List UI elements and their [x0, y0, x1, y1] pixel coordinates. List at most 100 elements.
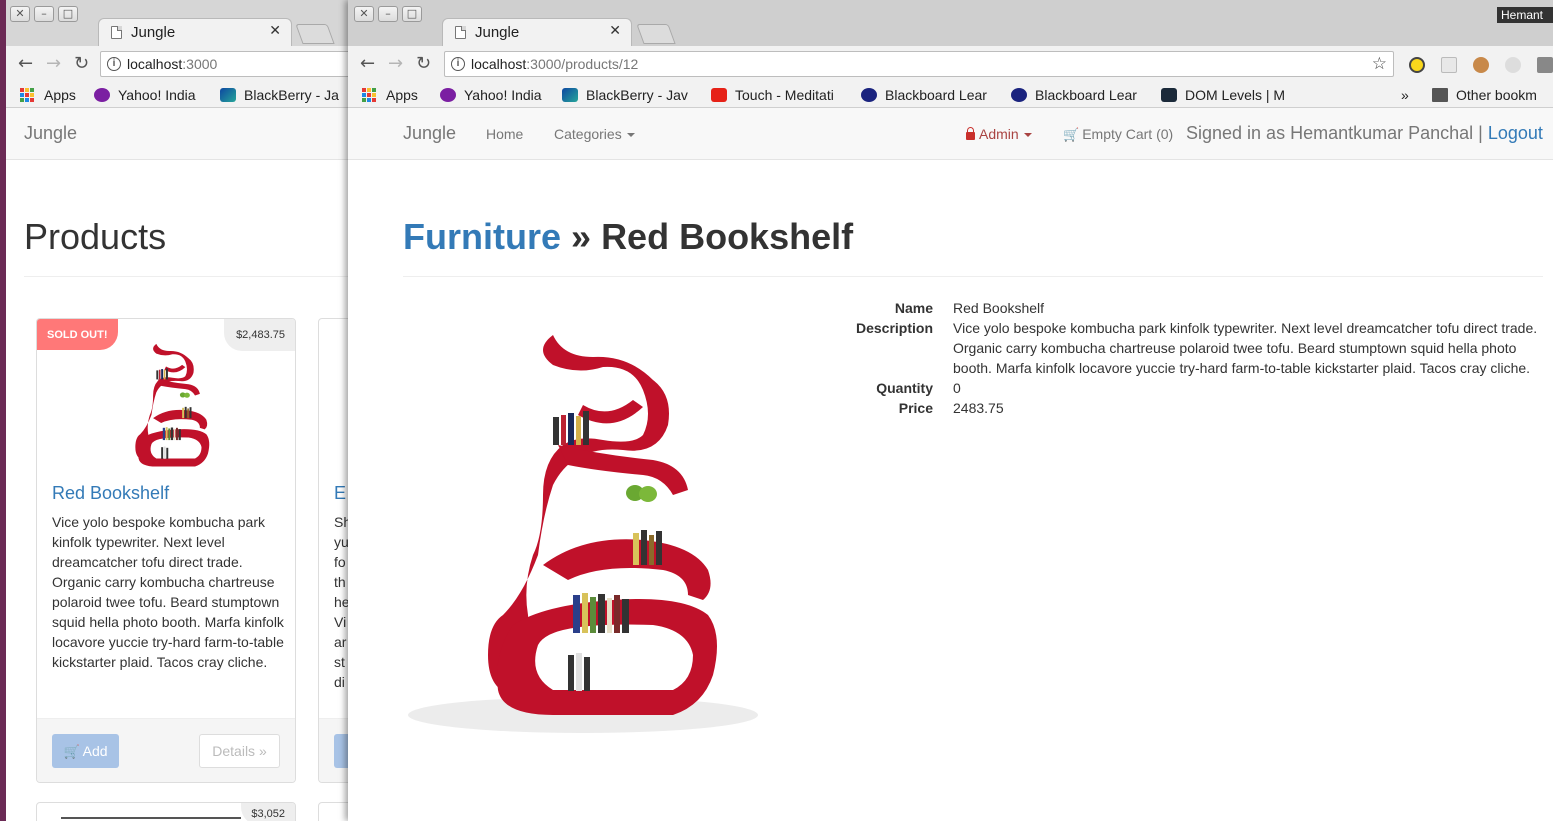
extension-window-icon[interactable]: [1441, 57, 1457, 73]
yahoo-icon: [94, 88, 110, 102]
tab-title: Jungle: [475, 24, 520, 41]
back-arrow-icon[interactable]: ←: [360, 53, 375, 74]
tab-close-icon[interactable]: ✕: [609, 23, 621, 39]
nav-categories-dropdown[interactable]: Categories: [554, 126, 635, 142]
forward-arrow-icon[interactable]: →: [46, 53, 61, 74]
category-link[interactable]: Furniture: [403, 216, 561, 257]
page-title: Products: [24, 216, 167, 257]
add-to-cart-button[interactable]: 🛒 Add: [52, 734, 119, 768]
page-icon: [111, 26, 122, 39]
bookmark-blackberry[interactable]: BlackBerry - Jav: [562, 85, 688, 105]
info-icon[interactable]: i: [107, 57, 121, 71]
bookmark-blackboard-1[interactable]: Blackboard Lear: [861, 85, 987, 105]
apps-grid-icon: [362, 88, 376, 102]
logout-link[interactable]: Logout: [1488, 123, 1543, 143]
blackboard-icon: [1011, 88, 1027, 102]
back-titlebar: ✕ – □ Jungle ✕: [6, 0, 358, 46]
back-navbar: Jungle: [6, 108, 358, 160]
nav-home-link[interactable]: Home: [486, 126, 523, 142]
page-title: Furniture » Red Bookshelf: [403, 216, 854, 257]
divider: [24, 276, 358, 277]
product-thumbnail: [135, 343, 210, 467]
reload-icon[interactable]: ↻: [416, 53, 431, 74]
yahoo-icon: [440, 88, 456, 102]
nav-admin-dropdown[interactable]: Admin: [966, 126, 1032, 142]
site-navbar: Jungle Home Categories Admin 🛒 Empty Cart…: [348, 108, 1553, 160]
tab-close-icon[interactable]: ✕: [269, 23, 281, 39]
lock-icon: [966, 127, 975, 140]
url-path: :3000/products/12: [526, 56, 639, 72]
minimize-window-icon[interactable]: –: [378, 6, 398, 22]
back-tab[interactable]: Jungle ✕: [98, 18, 292, 46]
blackberry-icon: [562, 88, 578, 102]
nav-cart-link[interactable]: 🛒 Empty Cart (0): [1063, 126, 1173, 143]
front-browser-window[interactable]: ✕ – □ Jungle ✕ Hemant ← → ↻ i localhost:…: [348, 0, 1553, 821]
bookmark-blackberry[interactable]: BlackBerry - Ja: [220, 85, 339, 105]
minimize-window-icon[interactable]: –: [34, 6, 54, 22]
product-page: Jungle Home Categories Admin 🛒 Empty Cart…: [348, 108, 1553, 821]
address-bar[interactable]: i localhost:3000: [100, 51, 358, 77]
close-window-icon[interactable]: ✕: [354, 6, 374, 22]
back-browser-window[interactable]: ✕ – □ Jungle ✕ ← → ↻ i localhost:3000 Ap…: [6, 0, 358, 821]
cart-icon: 🛒: [1063, 127, 1080, 142]
bookmark-youtube[interactable]: Touch - Meditati: [711, 85, 834, 105]
price-tag: $2,483.75: [224, 319, 295, 351]
info-icon[interactable]: i: [451, 57, 465, 71]
new-tab-button[interactable]: [295, 24, 335, 44]
active-tab[interactable]: Jungle ✕: [442, 18, 632, 46]
brand-link[interactable]: Jungle: [24, 123, 77, 144]
detail-row-quantity: Quantity 0: [876, 380, 961, 396]
bookmark-dom-levels[interactable]: DOM Levels | M: [1161, 85, 1285, 105]
extension-cookie-icon[interactable]: [1473, 57, 1489, 73]
url-host: localhost: [127, 56, 183, 72]
extension-search-icon[interactable]: [1409, 57, 1425, 73]
blackberry-icon: [220, 88, 236, 102]
brand-link[interactable]: Jungle: [403, 123, 456, 144]
product-details: Name Red Bookshelf Description Vice yolo b…: [818, 298, 1548, 418]
bookmark-blackboard-2[interactable]: Blackboard Lear: [1011, 85, 1137, 105]
back-bookmarks-bar: Apps Yahoo! India BlackBerry - Ja: [6, 82, 358, 108]
product-description: Vice yolo bespoke kombucha park kinfolk …: [52, 514, 284, 670]
caret-down-icon: [1023, 133, 1032, 138]
close-window-icon[interactable]: ✕: [10, 6, 30, 22]
back-toolbar: ← → ↻ i localhost:3000: [6, 46, 358, 82]
product-image: [403, 295, 763, 735]
youtube-icon: [711, 88, 727, 102]
details-button[interactable]: Details »: [199, 734, 280, 768]
maximize-window-icon[interactable]: □: [58, 6, 78, 22]
bookmark-yahoo[interactable]: Yahoo! India: [440, 85, 542, 105]
extension-icon[interactable]: [1537, 57, 1553, 73]
detail-row-price: Price 2483.75: [898, 400, 1004, 416]
mdn-icon: [1161, 88, 1177, 102]
back-arrow-icon[interactable]: ←: [18, 53, 33, 74]
extension-react-icon[interactable]: [1505, 57, 1521, 73]
product-title-link[interactable]: E: [334, 483, 346, 504]
forward-arrow-icon[interactable]: →: [388, 53, 403, 74]
bookmark-star-icon[interactable]: ☆: [1372, 54, 1387, 74]
tab-title: Jungle: [131, 24, 176, 41]
price-tag: $3,052: [241, 803, 295, 821]
bookmark-other-bookmarks[interactable]: Other bookm: [1432, 85, 1537, 105]
product-name-heading: Red Bookshelf: [601, 216, 854, 257]
url-port: :3000: [182, 56, 218, 72]
bookmark-yahoo[interactable]: Yahoo! India: [94, 85, 196, 105]
address-bar[interactable]: i localhost:3000/products/12 ☆: [444, 51, 1394, 77]
cart-icon: 🛒: [63, 744, 80, 759]
card-footer: 🛒 Add Details »: [37, 718, 295, 782]
product-title-link[interactable]: Red Bookshelf: [52, 483, 169, 504]
page-icon: [455, 26, 466, 39]
bookmark-apps[interactable]: Apps: [20, 85, 76, 105]
product-card: SOLD OUT! $2,483.75 Red Bookshelf Vice y…: [36, 318, 296, 783]
bookmark-apps[interactable]: Apps: [362, 85, 418, 105]
front-bookmarks-bar: Apps Yahoo! India BlackBerry - Jav Touch…: [348, 82, 1553, 108]
new-tab-button[interactable]: [636, 24, 676, 44]
apps-grid-icon: [20, 88, 34, 102]
bookmarks-overflow-chevron[interactable]: »: [1401, 85, 1409, 105]
detail-row-name: Name Red Bookshelf: [894, 300, 1045, 316]
reload-icon[interactable]: ↻: [74, 53, 89, 74]
os-user-indicator[interactable]: Hemant: [1497, 7, 1553, 23]
maximize-window-icon[interactable]: □: [402, 6, 422, 22]
back-page: Jungle Products SOLD OUT! $2,483.75 Red …: [6, 108, 358, 821]
sold-out-badge: SOLD OUT!: [37, 319, 118, 350]
folder-icon: [1432, 88, 1448, 102]
